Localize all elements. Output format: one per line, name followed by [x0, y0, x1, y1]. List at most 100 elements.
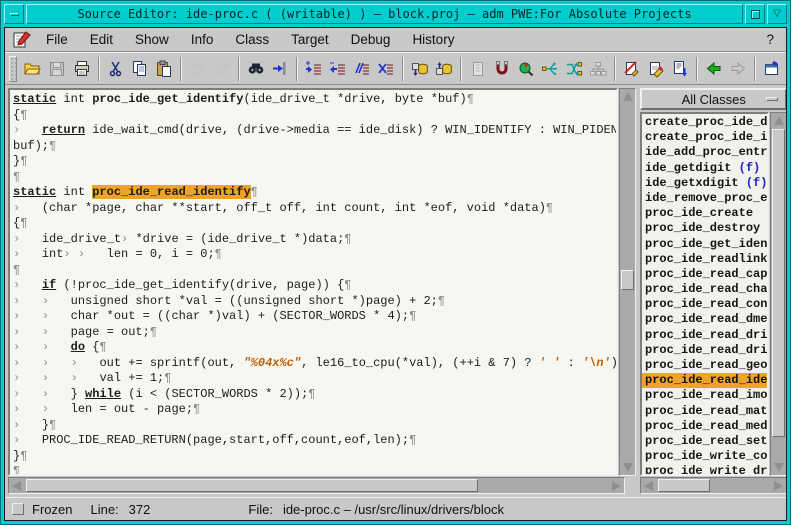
- class-list-item[interactable]: proc_ide_read_dri: [642, 343, 767, 358]
- code-line[interactable]: › › char *out = ((char *)val) + (SECTOR_…: [13, 309, 616, 325]
- class-list-item[interactable]: create_proc_ide_i: [642, 130, 767, 145]
- editor-vscrollbar[interactable]: [619, 88, 636, 476]
- editor-vscroll-thumb[interactable]: [621, 270, 634, 290]
- classlist-hscroll-thumb[interactable]: [658, 479, 710, 492]
- menu-info[interactable]: Info: [180, 30, 225, 49]
- shift-right-button[interactable]: [302, 56, 326, 82]
- class-list-item[interactable]: proc_ide_read_dri: [642, 328, 767, 343]
- properties-button[interactable]: [760, 56, 784, 82]
- code-line[interactable]: › › › val += 1;¶: [13, 371, 616, 387]
- class-list-item[interactable]: proc_ide_read_imo: [642, 388, 767, 403]
- class-filter-dropdown[interactable]: All Classes: [640, 88, 786, 110]
- menu-class[interactable]: Class: [224, 30, 280, 49]
- shift-left-button[interactable]: [326, 56, 350, 82]
- grep-magnet-button[interactable]: [490, 56, 514, 82]
- class-list-item[interactable]: ide_getxdigit (f): [642, 176, 767, 191]
- edit-readonly-button[interactable]: [620, 56, 644, 82]
- comment-button[interactable]: [350, 56, 374, 82]
- class-list-item[interactable]: proc_ide_read_med: [642, 419, 767, 434]
- code-line[interactable]: › int› › len = 0, i = 0;¶: [13, 247, 616, 263]
- toolbar-grip[interactable]: [9, 56, 17, 82]
- code-line[interactable]: }¶: [13, 449, 616, 465]
- code-line[interactable]: › › page = out;¶: [13, 325, 616, 341]
- window-menu-button[interactable]: [4, 4, 24, 24]
- class-list-item[interactable]: ide_add_proc_entr: [642, 145, 767, 160]
- code-line[interactable]: › ide_drive_t› *drive = (ide_drive_t *)d…: [13, 232, 616, 248]
- code-line[interactable]: static int proc_ide_get_identify(ide_dri…: [13, 92, 616, 108]
- paste-button[interactable]: [152, 56, 176, 82]
- open-button[interactable]: [21, 56, 45, 82]
- frozen-checkbox[interactable]: [12, 503, 24, 515]
- menu-help[interactable]: ?: [754, 30, 786, 49]
- maximize-button[interactable]: [745, 4, 765, 24]
- class-list-item[interactable]: proc_ide_read_cap: [642, 267, 767, 282]
- class-list-item[interactable]: ide_remove_proc_e: [642, 191, 767, 206]
- code-line[interactable]: {¶: [13, 108, 616, 124]
- menu-file[interactable]: File: [35, 30, 79, 49]
- code-line[interactable]: › › unsigned short *val = ((unsigned sho…: [13, 294, 616, 310]
- code-line[interactable]: › }¶: [13, 418, 616, 434]
- class-list-item[interactable]: proc_ide_readlink: [642, 252, 767, 267]
- class-list-item[interactable]: proc_ide_write_dr: [642, 464, 767, 476]
- editor-hscroll-thumb[interactable]: [26, 479, 478, 492]
- scroll-right-button[interactable]: [609, 478, 624, 493]
- class-list-item[interactable]: proc_ide_destroy: [642, 221, 767, 236]
- code-area[interactable]: static int proc_ide_get_identify(ide_dri…: [8, 88, 618, 476]
- code-line[interactable]: buf);¶: [13, 139, 616, 155]
- class-list-item[interactable]: proc_ide_read_set: [642, 434, 767, 449]
- class-list-item[interactable]: proc_ide_write_co: [642, 449, 767, 464]
- class-list-item[interactable]: proc_ide_read_mat: [642, 404, 767, 419]
- history-back-button[interactable]: [702, 56, 726, 82]
- code-line[interactable]: › › › out += sprintf(out, "%04x%c", le16…: [13, 356, 616, 372]
- scroll-down-button[interactable]: [771, 460, 786, 475]
- uncomment-button[interactable]: [374, 56, 398, 82]
- cut-button[interactable]: [104, 56, 128, 82]
- code-line[interactable]: ¶: [13, 263, 616, 279]
- code-line[interactable]: › › } while (i < (SECTOR_WORDS * 2));¶: [13, 387, 616, 403]
- class-list-item[interactable]: proc_ide_read_ide: [642, 373, 767, 388]
- compare-button[interactable]: [562, 56, 586, 82]
- menu-show[interactable]: Show: [124, 30, 180, 49]
- retrieve-button[interactable]: [538, 56, 562, 82]
- copy-button[interactable]: [128, 56, 152, 82]
- class-list-item[interactable]: ide_getdigit (f): [642, 161, 767, 176]
- shade-button[interactable]: ▽: [767, 4, 787, 24]
- menu-history[interactable]: History: [401, 30, 465, 49]
- code-line[interactable]: ¶: [13, 170, 616, 186]
- scroll-right-button[interactable]: [771, 478, 786, 493]
- load-file-button[interactable]: [668, 56, 692, 82]
- code-line[interactable]: ¶: [13, 464, 616, 476]
- edit-file-button[interactable]: [644, 56, 668, 82]
- code-line[interactable]: › PROC_IDE_READ_RETURN(page,start,off,co…: [13, 433, 616, 449]
- find-button[interactable]: [244, 56, 268, 82]
- class-list-item[interactable]: proc_ide_read_dme: [642, 312, 767, 327]
- code-line[interactable]: › return ide_wait_cmd(drive, (drive->med…: [13, 123, 616, 139]
- menu-target[interactable]: Target: [280, 30, 340, 49]
- scroll-up-button[interactable]: [620, 89, 635, 104]
- class-list-item[interactable]: proc_ide_create: [642, 206, 767, 221]
- class-list-item[interactable]: create_proc_ide_d: [642, 115, 767, 130]
- scroll-left-button[interactable]: [9, 478, 24, 493]
- code-line[interactable]: }¶: [13, 154, 616, 170]
- code-line[interactable]: static int proc_ide_read_identify¶: [13, 185, 616, 201]
- print-button[interactable]: [70, 56, 94, 82]
- check-out-button[interactable]: [408, 56, 432, 82]
- check-in-button[interactable]: [432, 56, 456, 82]
- code-line[interactable]: › if (!proc_ide_get_identify(drive, page…: [13, 278, 616, 294]
- class-list-item[interactable]: proc_ide_read_con: [642, 297, 767, 312]
- menu-edit[interactable]: Edit: [79, 30, 124, 49]
- code-line[interactable]: › (char *page, char **start, off_t off, …: [13, 201, 616, 217]
- editor-hscrollbar[interactable]: [8, 477, 625, 494]
- code-line[interactable]: {¶: [13, 216, 616, 232]
- code-line[interactable]: › › do {¶: [13, 340, 616, 356]
- class-list-item[interactable]: proc_ide_read_cha: [642, 282, 767, 297]
- classlist-hscrollbar[interactable]: [640, 477, 786, 494]
- scroll-up-button[interactable]: [771, 113, 786, 128]
- goto-line-button[interactable]: [268, 56, 292, 82]
- scroll-down-button[interactable]: [620, 460, 635, 475]
- class-list[interactable]: create_proc_ide_dcreate_proc_ide_iide_ad…: [640, 112, 769, 476]
- classlist-vscrollbar[interactable]: [770, 112, 786, 476]
- scroll-left-button[interactable]: [641, 478, 656, 493]
- class-list-item[interactable]: proc_ide_get_iden: [642, 237, 767, 252]
- class-list-item[interactable]: proc_ide_read_geo: [642, 358, 767, 373]
